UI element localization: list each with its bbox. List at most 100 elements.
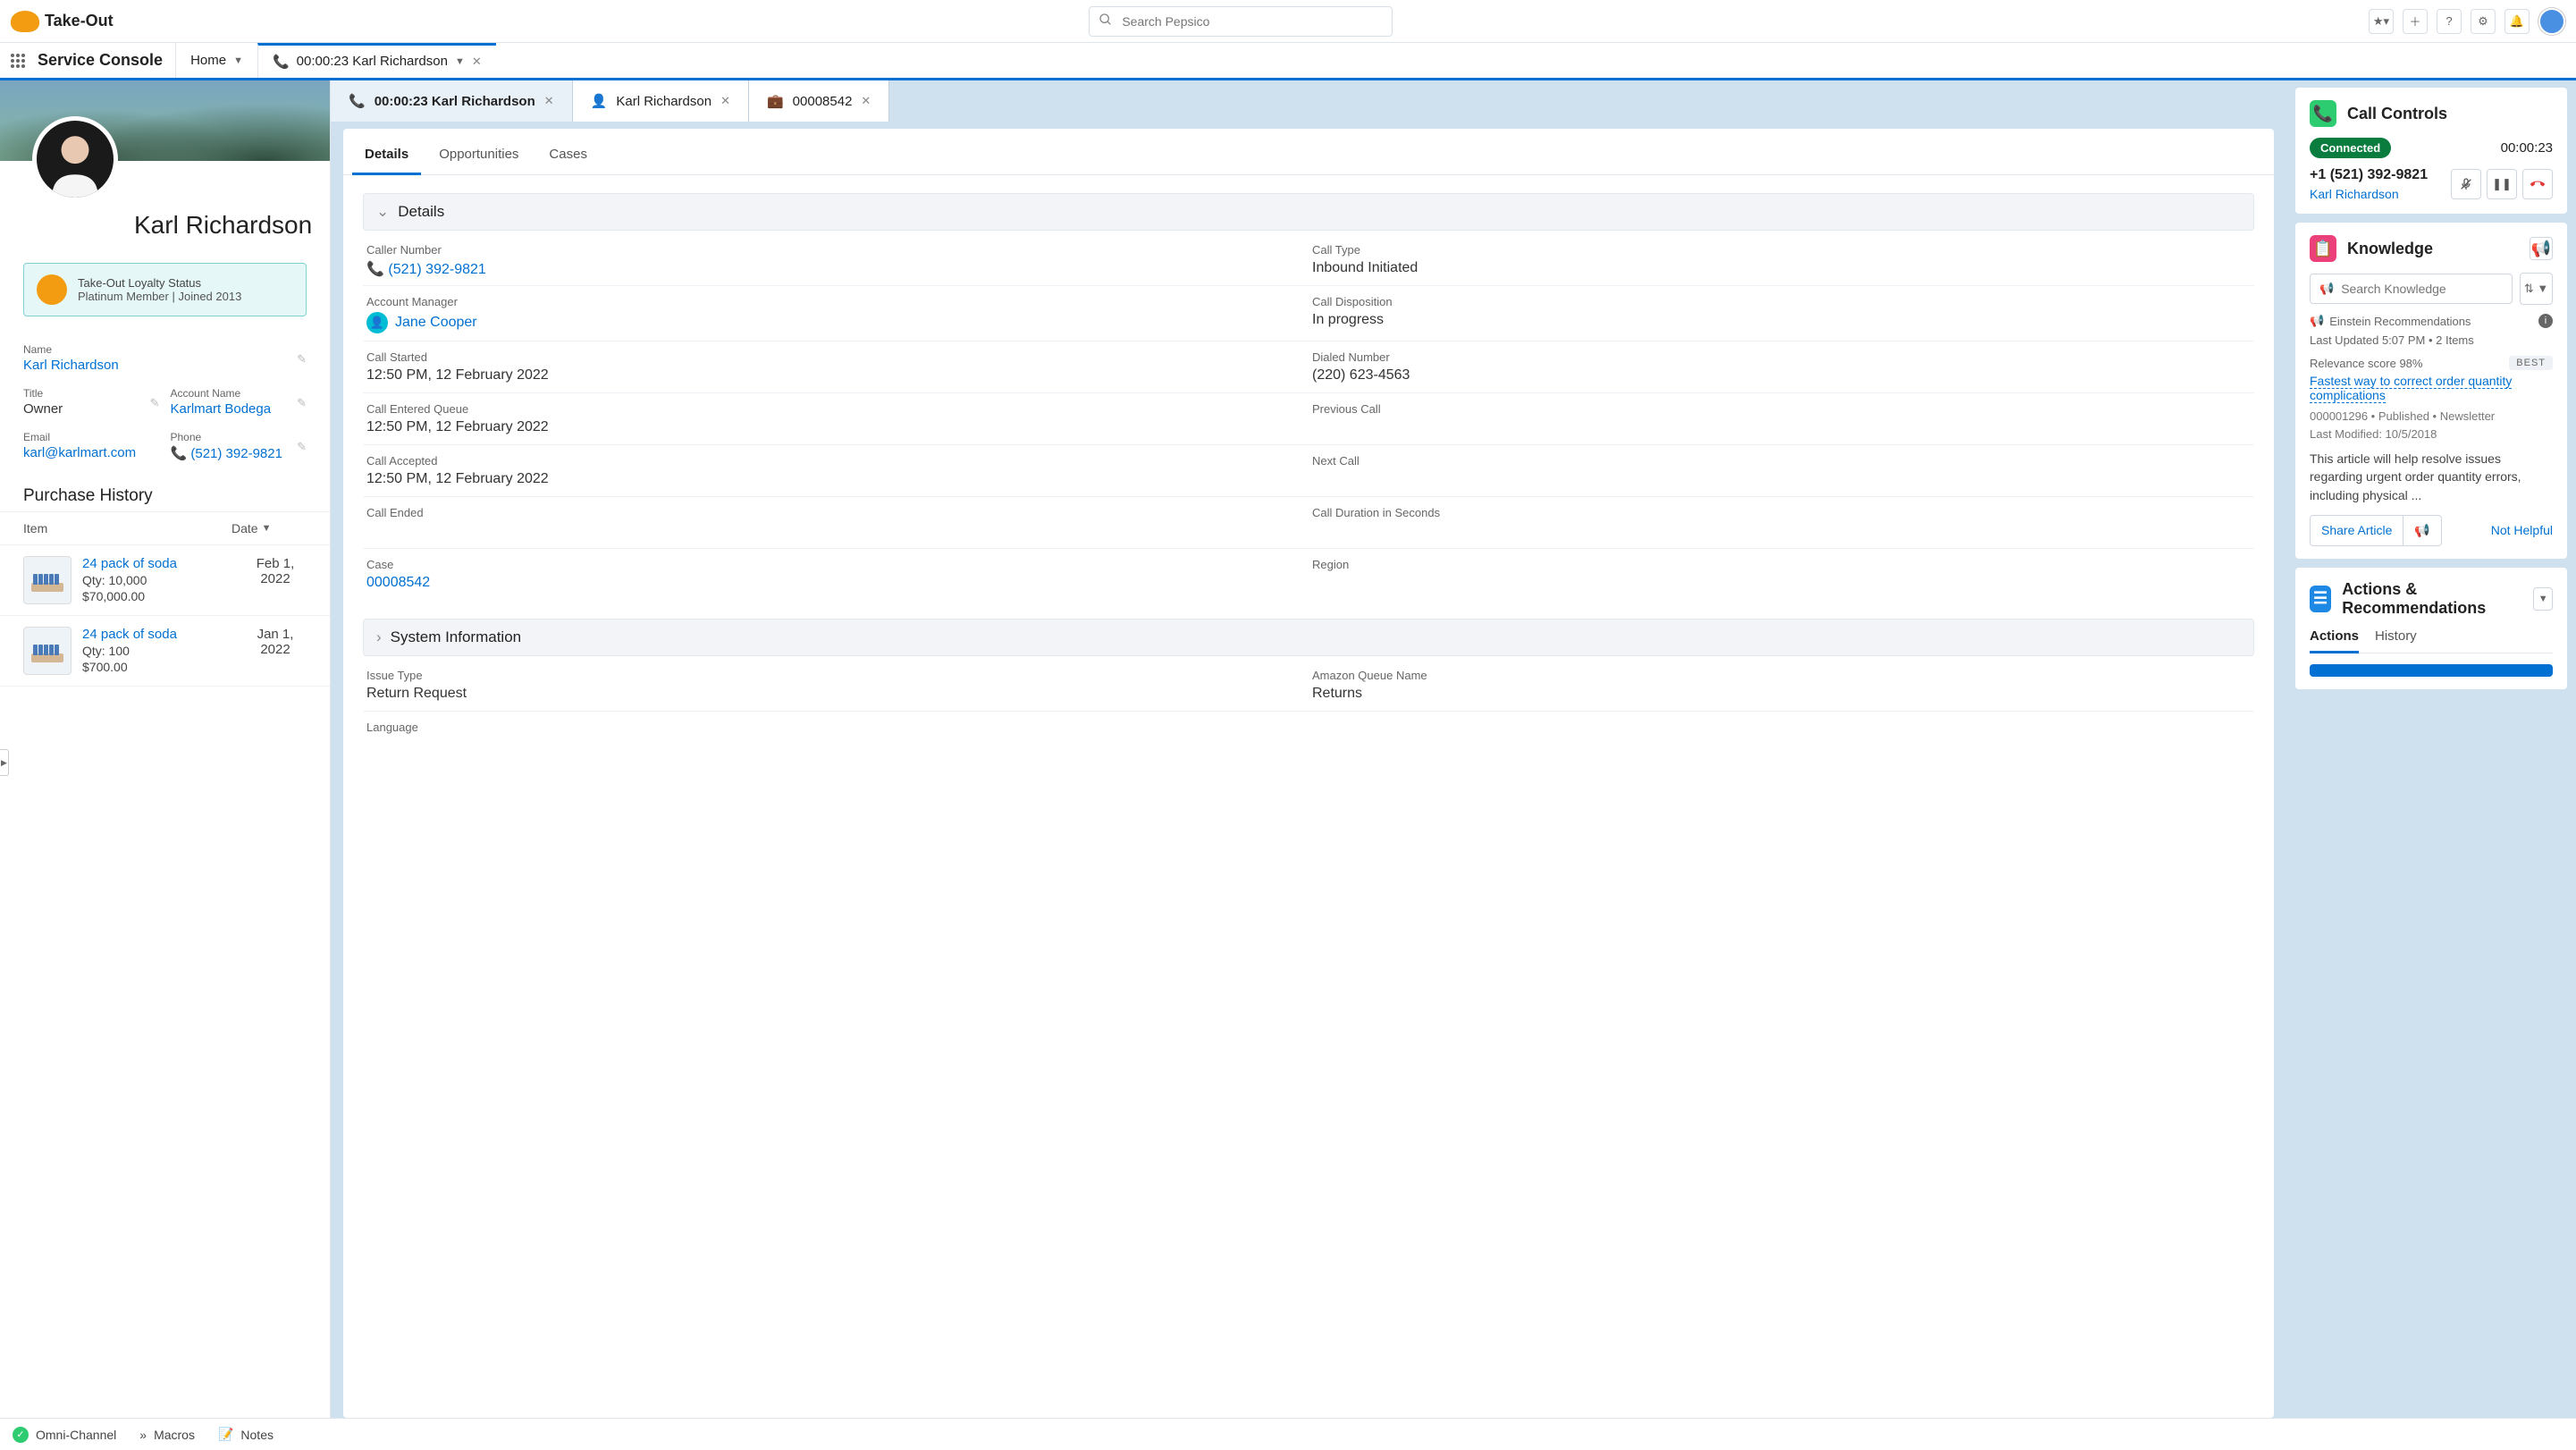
chevron-down-icon[interactable]: ▼ (233, 55, 243, 66)
product-thumbnail (23, 627, 72, 675)
dropdown-button[interactable]: ▼ (2533, 587, 2553, 611)
not-helpful-link[interactable]: Not Helpful (2491, 523, 2553, 537)
article-link[interactable]: Fastest way to correct order quantity co… (2310, 370, 2512, 403)
purchase-row: 24 pack of soda Qty: 10,000 $70,000.00 F… (0, 545, 330, 616)
info-icon[interactable]: i (2538, 314, 2553, 328)
field-label: Call Started (366, 350, 1305, 364)
call-controls-panel: 📞 Call Controls Connected 00:00:23 +1 (5… (2295, 88, 2567, 214)
email-link[interactable]: karl@karlmart.com (23, 443, 160, 460)
knowledge-panel: 📋 Knowledge 📢 📢 ⇅ ▼ 📢 Einstein Recommend… (2295, 223, 2567, 559)
macros-icon: » (139, 1428, 147, 1442)
phone-link[interactable]: 📞 (521) 392-9821 (171, 443, 307, 461)
previous-call-value (1312, 416, 2251, 419)
purchase-row: 24 pack of soda Qty: 100 $700.00 Jan 1, … (0, 616, 330, 687)
subtab-case[interactable]: 💼 00008542 ✕ (749, 80, 889, 122)
account-link[interactable]: Karlmart Bodega (171, 400, 307, 417)
nav-tab-call[interactable]: 📞 00:00:23 Karl Richardson ▼ ✕ (257, 43, 496, 78)
section-title: System Information (391, 628, 521, 646)
edit-icon[interactable]: ✎ (297, 440, 307, 454)
purchase-date: Feb 1, 2022 (244, 556, 307, 604)
product-thumbnail (23, 556, 72, 604)
purchase-history-header: Item Date ▼ (0, 511, 330, 545)
case-link[interactable]: 00008542 (366, 571, 1305, 591)
subtab-label: 00008542 (793, 94, 853, 109)
call-number: +1 (521) 392-9821 (2310, 167, 2428, 183)
app-launcher-icon[interactable] (0, 53, 36, 69)
nav-tab-home[interactable]: Home ▼ (175, 43, 257, 78)
omni-channel-button[interactable]: ✓ Omni-Channel (13, 1427, 116, 1443)
global-search[interactable] (1089, 6, 1393, 37)
help-button[interactable]: ? (2437, 9, 2462, 34)
tab-cases[interactable]: Cases (536, 141, 600, 174)
knowledge-search[interactable]: 📢 (2310, 274, 2513, 304)
burger-icon (11, 11, 39, 32)
person-icon: 👤 (366, 312, 388, 333)
loyalty-card: Take-Out Loyalty Status Platinum Member … (23, 263, 307, 316)
share-article-button[interactable]: Share Article (2310, 515, 2403, 546)
article-modified: Last Modified: 10/5/2018 (2310, 426, 2553, 443)
edit-icon[interactable]: ✎ (297, 396, 307, 410)
user-avatar[interactable] (2538, 8, 2565, 35)
notes-button[interactable]: 📝 Notes (218, 1427, 274, 1442)
field-label: Email (23, 431, 160, 443)
search-input[interactable] (1122, 14, 1383, 29)
system-info-section-header[interactable]: › System Information (363, 619, 2254, 656)
section-title: Details (398, 203, 444, 221)
close-icon[interactable]: ✕ (720, 94, 730, 108)
product-name-link[interactable]: 24 pack of soda (82, 627, 233, 642)
tab-opportunities[interactable]: Opportunities (426, 141, 531, 174)
field-label: Previous Call (1312, 402, 2251, 416)
notifications-button[interactable]: 🔔 (2504, 9, 2530, 34)
add-button[interactable]: ＋ (2403, 9, 2428, 34)
field-label: Dialed Number (1312, 350, 2251, 364)
details-section-header[interactable]: ⌄ Details (363, 193, 2254, 231)
caller-name-link[interactable]: Karl Richardson (2310, 183, 2428, 201)
list-icon: ☰ (2310, 586, 2331, 612)
product-qty: Qty: 10,000 (82, 571, 233, 587)
panel-title: Knowledge (2347, 240, 2433, 258)
mute-button[interactable] (2451, 169, 2481, 199)
name-link[interactable]: Karl Richardson (23, 356, 307, 373)
field-label: Title (23, 387, 160, 400)
col-date[interactable]: Date ▼ (232, 521, 307, 535)
subtab-contact[interactable]: 👤 Karl Richardson ✕ (573, 80, 749, 122)
end-call-button[interactable] (2522, 169, 2553, 199)
timer: 00:00:23 (2501, 140, 2553, 156)
edit-icon[interactable]: ✎ (150, 396, 160, 410)
product-name-link[interactable]: 24 pack of soda (82, 556, 233, 571)
pause-button[interactable]: ❚❚ (2487, 169, 2517, 199)
field-label: Call Type (1312, 243, 2251, 257)
announce-button[interactable]: 📢 (2530, 237, 2553, 260)
account-manager-link[interactable]: 👤 Jane Cooper (366, 308, 1305, 333)
edit-icon[interactable]: ✎ (297, 352, 307, 367)
close-icon[interactable]: ✕ (861, 94, 871, 108)
chevron-down-icon[interactable]: ▼ (455, 56, 465, 67)
call-type-value: Inbound Initiated (1312, 257, 2251, 276)
recommendation-item[interactable] (2310, 664, 2553, 677)
dialed-number-value: (220) 623-4563 (1312, 364, 2251, 384)
tab-details[interactable]: Details (352, 141, 421, 175)
close-icon[interactable]: ✕ (544, 94, 554, 108)
amazon-queue-value: Returns (1312, 682, 2251, 702)
tab-history[interactable]: History (2375, 628, 2417, 653)
nav-tab-label: 00:00:23 Karl Richardson (297, 54, 448, 69)
call-duration-value (1312, 519, 2251, 523)
close-icon[interactable]: ✕ (472, 55, 482, 69)
field-label: Next Call (1312, 454, 2251, 468)
call-accepted-value: 12:50 PM, 12 February 2022 (366, 468, 1305, 487)
knowledge-search-input[interactable] (2341, 282, 2503, 296)
chevron-down-icon: ▼ (262, 523, 272, 534)
tab-actions[interactable]: Actions (2310, 628, 2359, 653)
share-dropdown-button[interactable]: 📢 (2403, 515, 2441, 546)
purchase-history-title: Purchase History (0, 477, 330, 511)
macros-button[interactable]: » Macros (139, 1428, 195, 1442)
field-label: Account Manager (366, 295, 1305, 308)
sort-button[interactable]: ⇅ ▼ (2520, 273, 2553, 305)
panel-title: Actions & Recommendations (2342, 580, 2522, 618)
settings-button[interactable]: ⚙ (2471, 9, 2496, 34)
loyalty-title: Take-Out Loyalty Status (78, 276, 241, 290)
caller-number-link[interactable]: 📞 (521) 392-9821 (366, 257, 1305, 278)
sidebar-collapse-toggle[interactable]: ▶ (0, 749, 9, 776)
subtab-call[interactable]: 📞 00:00:23 Karl Richardson ✕ (331, 80, 573, 122)
favorites-button[interactable]: ★▾ (2369, 9, 2394, 34)
